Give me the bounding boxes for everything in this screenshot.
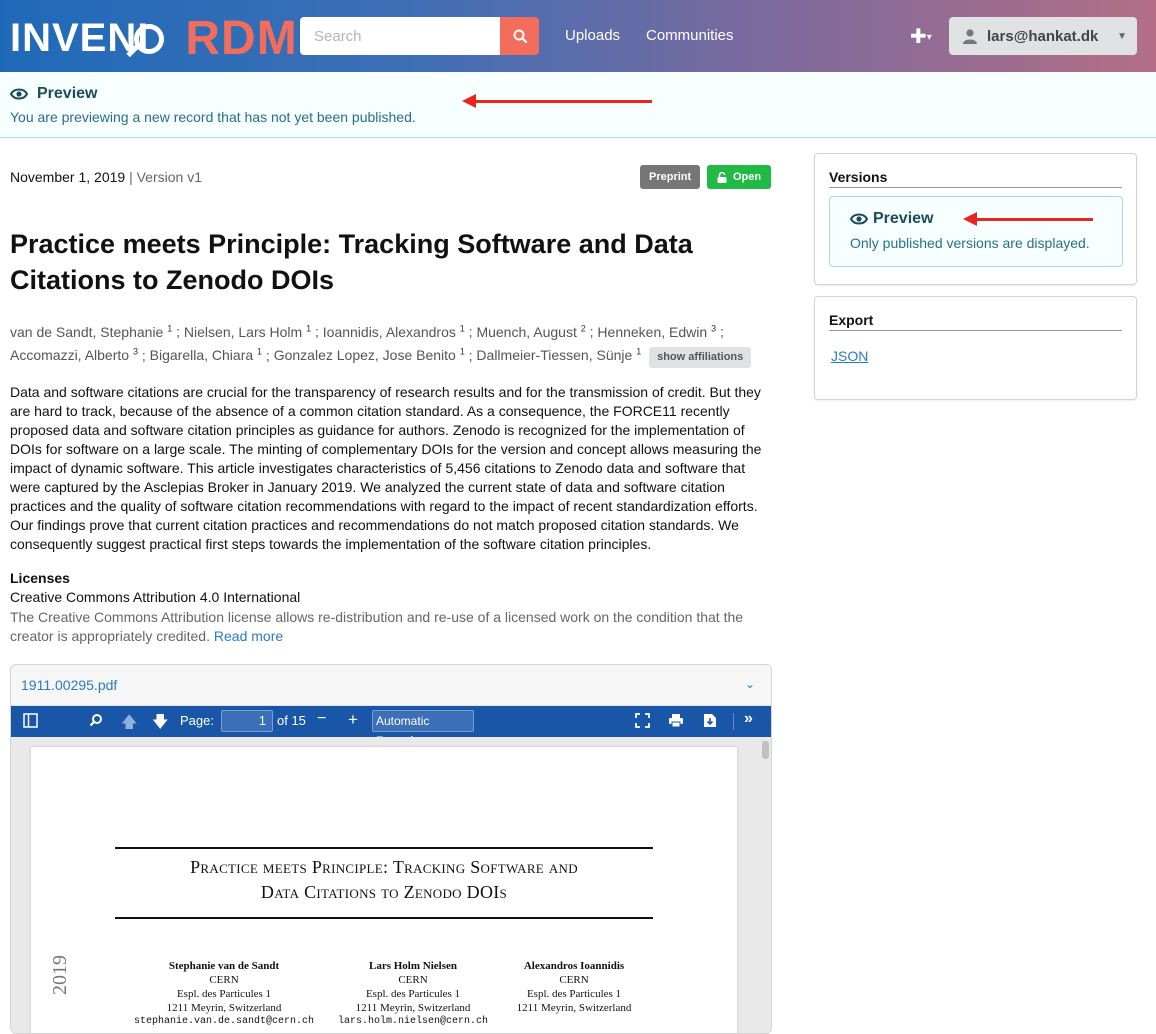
fullscreen-icon[interactable] (635, 713, 650, 728)
invenio-rdm-logo[interactable]: INVENI RDM (10, 10, 298, 66)
read-more-link[interactable]: Read more (214, 628, 283, 644)
record-abstract: Data and software citations are crucial … (10, 384, 762, 552)
find-icon[interactable] (89, 713, 103, 727)
nav-communities-link[interactable]: Communities (646, 27, 734, 44)
versions-title: Versions (829, 169, 888, 185)
creator[interactable]: van de Sandt, Stephanie 1 (10, 323, 172, 340)
caret-down-icon: ▾ (926, 32, 932, 44)
creator[interactable]: Henneken, Edwin 3 (597, 323, 716, 340)
paper-author: Alexandros Ioannidis CERN Espl. des Part… (516, 960, 632, 1014)
annotation-arrow (963, 212, 1093, 226)
eye-icon (850, 213, 868, 225)
versions-card: Versions Preview Only published versions… (814, 153, 1137, 285)
zoom-select[interactable]: Automatic Zoom⇕ (372, 710, 474, 748)
print-icon[interactable] (668, 713, 684, 728)
plus-icon: ✚ (910, 26, 927, 48)
tools-menu-icon[interactable]: » (744, 710, 753, 728)
paper-title: Practice meets Principle: Tracking Softw… (190, 857, 578, 902)
creators-list: van de Sandt, Stephanie 1 ; Nielsen, Lar… (10, 318, 770, 369)
annotation-arrow (462, 94, 652, 108)
page-number-input[interactable]: 1 (221, 710, 273, 732)
paper-author: Stephanie van de Sandt CERN Espl. des Pa… (133, 960, 315, 1027)
access-status-label: Open (707, 165, 772, 189)
creator[interactable]: Bigarella, Chiara 1 (150, 347, 262, 364)
versions-preview-message: Preview Only published versions are disp… (829, 196, 1123, 267)
file-preview-panel: 1911.00295.pdf ⌄ 🡅 🡇 Page: 1 of 15 − + A… (10, 664, 772, 1034)
chevron-down-icon[interactable]: ⌄ (745, 677, 755, 691)
resource-type-label: Preprint (640, 165, 701, 189)
top-navbar: INVENI RDM Uploads Communities ✚▾ lars@h… (0, 0, 1156, 72)
creator[interactable]: Accomazzi, Alberto 3 (10, 347, 138, 364)
magnifier-logo-icon (134, 24, 164, 54)
pdf-page: Practice meets Principle: Tracking Softw… (31, 747, 737, 1033)
user-email: lars@hankat.dk (987, 27, 1099, 45)
preview-banner: Preview You are previewing a new record … (0, 72, 1156, 138)
creator[interactable]: Muench, August 2 (476, 323, 585, 340)
show-affiliations-button[interactable]: show affiliations (649, 347, 752, 369)
license-name: Creative Commons Attribution 4.0 Interna… (10, 589, 301, 605)
export-title: Export (829, 312, 874, 328)
unlock-icon (717, 171, 727, 183)
creator[interactable]: Gonzalez Lopez, Jose Benito 1 (274, 347, 465, 364)
creator[interactable]: Ioannidis, Alexandros 1 (323, 323, 465, 340)
sidebar-toggle-icon[interactable] (23, 713, 38, 728)
license-description: The Creative Commons Attribution license… (10, 609, 744, 644)
nav-uploads-link[interactable]: Uploads (565, 27, 620, 44)
page-total: of 15 (277, 713, 306, 728)
search-button[interactable] (500, 17, 539, 55)
publication-date-version: November 1, 2019 | Version v1 (10, 169, 202, 185)
file-name[interactable]: 1911.00295.pdf (21, 677, 117, 693)
pdf-toolbar: 🡅 🡇 Page: 1 of 15 − + Automatic Zoom⇕ » (11, 706, 771, 748)
pdf-viewer[interactable]: Practice meets Principle: Tracking Softw… (11, 737, 771, 1033)
page-label: Page: (180, 713, 214, 728)
create-menu-dropdown[interactable]: ✚▾ (910, 24, 932, 49)
creator[interactable]: Nielsen, Lars Holm 1 (184, 323, 311, 340)
zoom-in-icon[interactable]: + (348, 710, 358, 730)
user-icon (963, 28, 977, 44)
download-icon[interactable] (703, 713, 717, 728)
export-json-link[interactable]: JSON (831, 348, 868, 364)
scrollbar-thumb[interactable] (762, 741, 769, 759)
eye-icon (10, 88, 28, 100)
banner-title: Preview (37, 85, 98, 102)
export-card: Export JSON (814, 296, 1137, 400)
logo-text-rdm: RDM (185, 11, 298, 65)
licenses-heading: Licenses (10, 570, 70, 586)
search-icon (513, 29, 527, 43)
previous-page-icon[interactable]: 🡅 (121, 711, 137, 738)
next-page-icon[interactable]: 🡇 (152, 711, 168, 738)
record-title: Practice meets Principle: Tracking Softw… (10, 229, 693, 295)
user-menu-dropdown[interactable]: lars@hankat.dk ▼ (949, 17, 1137, 55)
banner-text: You are previewing a new record that has… (10, 109, 416, 125)
creator[interactable]: Dallmeier-Tiessen, Sünje 1 (476, 347, 641, 364)
file-preview-header[interactable]: 1911.00295.pdf ⌄ (11, 665, 771, 706)
search-input[interactable] (300, 17, 500, 55)
caret-down-icon: ▼ (1117, 31, 1127, 42)
zoom-out-icon[interactable]: − (317, 710, 326, 728)
arxiv-side-stamp: 2019 (49, 955, 71, 995)
